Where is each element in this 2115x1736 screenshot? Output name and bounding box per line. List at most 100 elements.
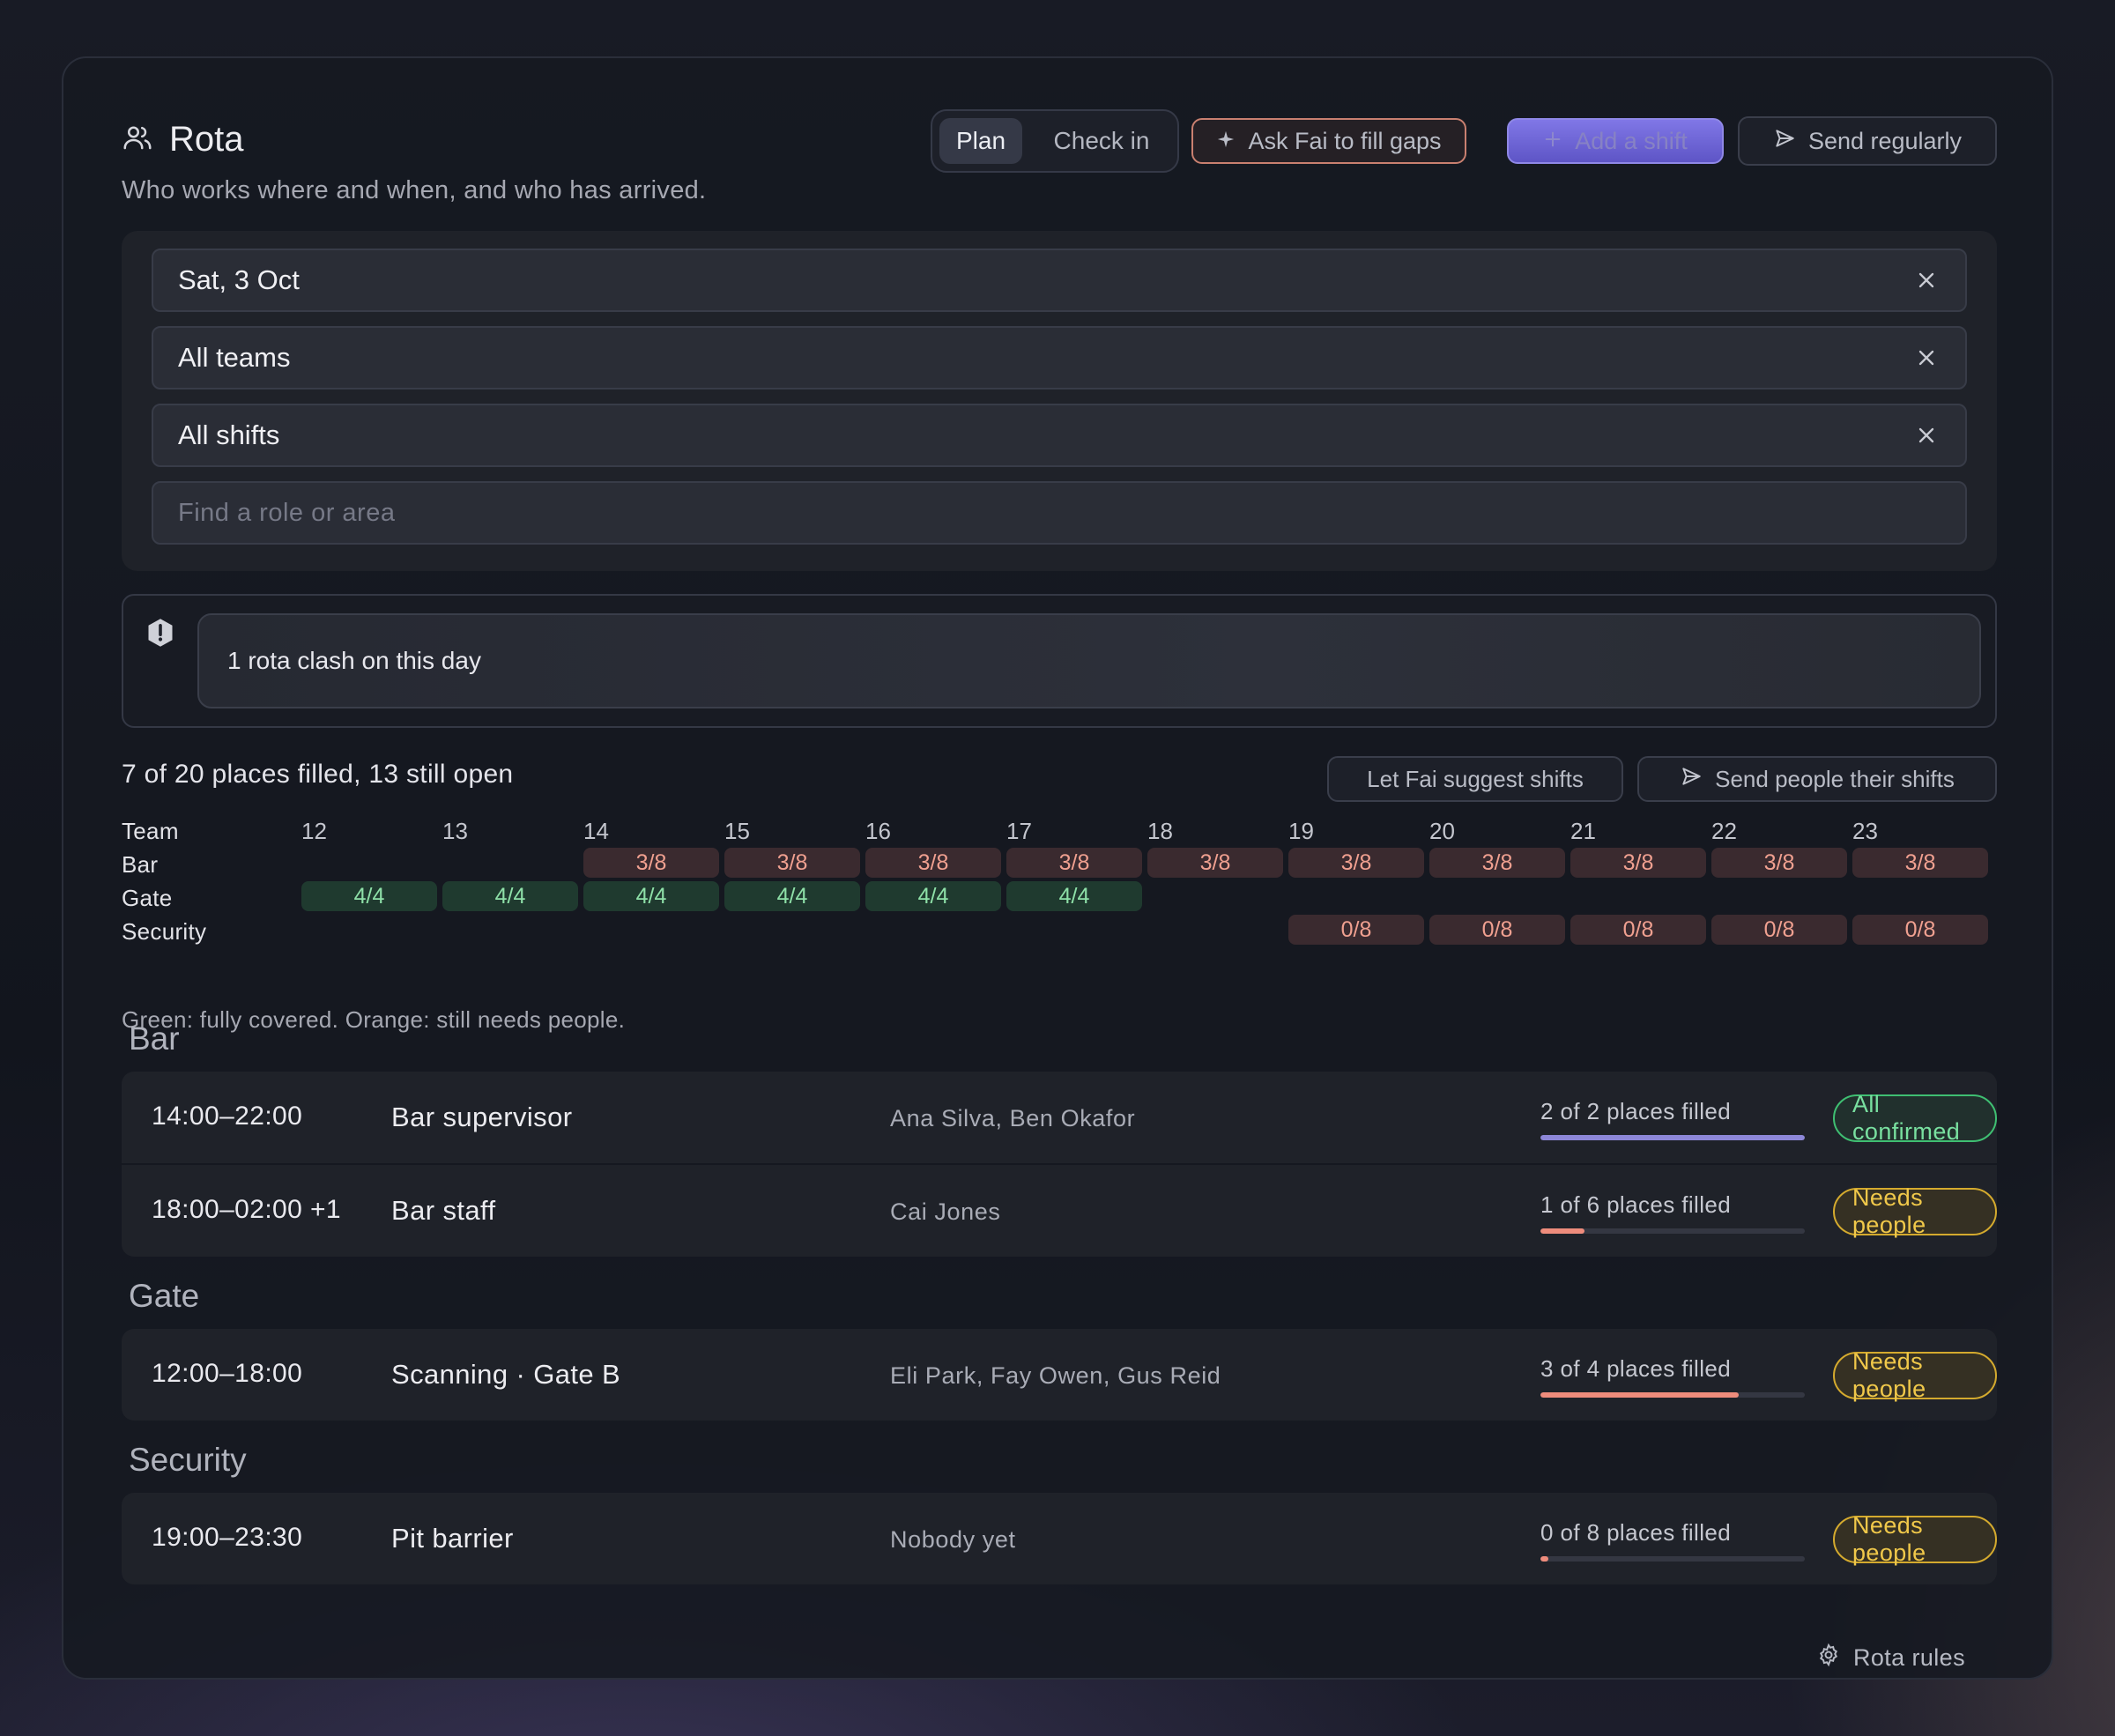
coverage-cell[interactable]: 4/4	[301, 881, 437, 911]
shift-progress-bar	[1540, 1556, 1805, 1562]
page-title: Rota	[169, 120, 244, 159]
send-regularly-button[interactable]: Send regularly	[1738, 116, 1997, 166]
team-filter-value: All teams	[178, 342, 291, 373]
coverage-cell[interactable]: 3/8	[1006, 848, 1142, 878]
shift-progress-bar	[1540, 1135, 1805, 1140]
grid-hour-label: 14	[583, 818, 609, 844]
shift-filter-value: All shifts	[178, 419, 280, 450]
group-title: Security	[129, 1442, 247, 1478]
shift-progress-bar	[1540, 1392, 1805, 1398]
shift-filter[interactable]: All shifts	[152, 404, 1967, 467]
page-subtitle: Who works where and when, and who has ar…	[122, 176, 707, 204]
send-icon	[1680, 765, 1703, 794]
ask-fai-button[interactable]: Ask Fai to fill gaps	[1191, 118, 1466, 164]
coverage-cell[interactable]: 0/8	[1288, 915, 1424, 945]
coverage-cell[interactable]: 3/8	[583, 848, 719, 878]
users-icon	[122, 122, 153, 158]
send-shifts-button[interactable]: Send people their shifts	[1637, 756, 1997, 802]
coverage-cell[interactable]: 4/4	[1006, 881, 1142, 911]
close-icon[interactable]	[1914, 423, 1939, 455]
coverage-cell[interactable]: 0/8	[1570, 915, 1706, 945]
grid-hour-label: 23	[1852, 818, 1878, 844]
shift-role: Bar supervisor	[391, 1102, 573, 1132]
shift-time: 12:00–18:00	[152, 1359, 303, 1388]
mode-toggle: Plan Check in	[931, 109, 1179, 173]
grid-hour-label: 21	[1570, 818, 1596, 844]
shield-alert-icon	[145, 617, 176, 653]
group-title: Gate	[129, 1278, 200, 1314]
coverage-cell[interactable]: 3/8	[865, 848, 1001, 878]
send-regularly-label: Send regularly	[1807, 127, 1963, 154]
close-icon[interactable]	[1914, 345, 1939, 377]
coverage-cell[interactable]: 3/8	[1147, 848, 1283, 878]
shift-role: Scanning · Gate B	[391, 1359, 621, 1390]
grid-hour-label: 13	[442, 818, 468, 844]
send-icon	[1773, 127, 1796, 156]
coverage-cell[interactable]: 3/8	[1711, 848, 1847, 878]
role-search[interactable]	[152, 481, 1967, 545]
status-badge[interactable]: All confirmed	[1833, 1091, 1997, 1145]
fill-summary: 7 of 20 places filled, 13 still open	[122, 760, 514, 789]
gear-icon	[1816, 1643, 1841, 1673]
filters-panel: Sat, 3 Oct All teams All shifts	[122, 231, 1997, 571]
status-badge[interactable]: Needs people	[1833, 1348, 1997, 1402]
grid-hour-label: 15	[724, 818, 750, 844]
rota-rules-label: Rota rules	[1852, 1644, 1965, 1671]
tab-check-in[interactable]: Check in	[1035, 118, 1169, 164]
rota-panel: Rota Who works where and when, and who h…	[62, 56, 2053, 1680]
shift-row[interactable]: 18:00–02:00 +1 Bar staff Cai Jones 1 of 6 p…	[122, 1165, 1997, 1257]
shift-fill-text: 1 of 6 places filled	[1540, 1191, 1732, 1218]
date-filter[interactable]: Sat, 3 Oct	[152, 249, 1967, 312]
close-icon[interactable]	[1914, 268, 1939, 300]
shift-fill-text: 3 of 4 places filled	[1540, 1355, 1732, 1382]
coverage-cell[interactable]: 3/8	[724, 848, 860, 878]
plus-icon	[1543, 128, 1562, 155]
grid-team-header: Team	[122, 818, 179, 844]
status-badge[interactable]: Needs people	[1833, 1512, 1997, 1566]
team-filter[interactable]: All teams	[152, 326, 1967, 389]
suggest-shifts-button[interactable]: Let Fai suggest shifts	[1327, 756, 1623, 802]
status-badge[interactable]: Needs people	[1833, 1184, 1997, 1238]
header: Rota	[122, 120, 244, 160]
send-shifts-label: Send people their shifts	[1715, 765, 1955, 792]
grid-hour-label: 18	[1147, 818, 1173, 844]
coverage-cell[interactable]: 0/8	[1429, 915, 1565, 945]
grid-team-label: Gate	[122, 885, 173, 911]
grid-team-label: Bar	[122, 851, 159, 878]
shift-time: 18:00–02:00 +1	[152, 1195, 341, 1224]
rota-rules-link[interactable]: Rota rules	[1816, 1643, 1965, 1673]
shift-progress-bar	[1540, 1228, 1805, 1234]
coverage-cell[interactable]: 4/4	[724, 881, 860, 911]
shift-role: Bar staff	[391, 1195, 496, 1226]
shift-people: Eli Park, Fay Owen, Gus Reid	[890, 1362, 1221, 1389]
tab-plan[interactable]: Plan	[939, 118, 1022, 164]
add-shift-label: Add a shift	[1575, 127, 1688, 154]
ask-fai-label: Ask Fai to fill gaps	[1248, 127, 1442, 154]
shift-row[interactable]: 14:00–22:00 Bar supervisor Ana Silva, Ben …	[122, 1072, 1997, 1163]
coverage-cell[interactable]: 4/4	[865, 881, 1001, 911]
coverage-cell[interactable]: 0/8	[1711, 915, 1847, 945]
coverage-cell[interactable]: 4/4	[583, 881, 719, 911]
coverage-legend: Green: fully covered. Orange: still need…	[122, 1006, 626, 1033]
coverage-cell[interactable]: 3/8	[1852, 848, 1988, 878]
shift-time: 19:00–23:30	[152, 1523, 303, 1552]
shift-people: Nobody yet	[890, 1526, 1016, 1553]
coverage-cell[interactable]: 3/8	[1570, 848, 1706, 878]
coverage-cell[interactable]: 4/4	[442, 881, 578, 911]
clash-message[interactable]: 1 rota clash on this day	[197, 613, 1981, 708]
shift-people: Ana Silva, Ben Okafor	[890, 1105, 1136, 1131]
role-search-input[interactable]	[178, 483, 1965, 543]
shift-time: 14:00–22:00	[152, 1102, 303, 1131]
coverage-cell[interactable]: 0/8	[1852, 915, 1988, 945]
add-shift-button[interactable]: Add a shift	[1507, 118, 1724, 164]
grid-hour-label: 19	[1288, 818, 1314, 844]
coverage-cell[interactable]: 3/8	[1429, 848, 1565, 878]
shift-row[interactable]: 19:00–23:30 Pit barrier Nobody yet 0 of 8 p…	[122, 1493, 1997, 1584]
shift-people: Cai Jones	[890, 1198, 1001, 1225]
coverage-cell[interactable]: 3/8	[1288, 848, 1424, 878]
grid-hour-label: 17	[1006, 818, 1032, 844]
shift-role: Pit barrier	[391, 1523, 514, 1554]
shift-fill-text: 2 of 2 places filled	[1540, 1098, 1732, 1124]
shift-row[interactable]: 12:00–18:00 Scanning · Gate B Eli Park, Fa…	[122, 1329, 1997, 1421]
grid-hour-label: 16	[865, 818, 891, 844]
